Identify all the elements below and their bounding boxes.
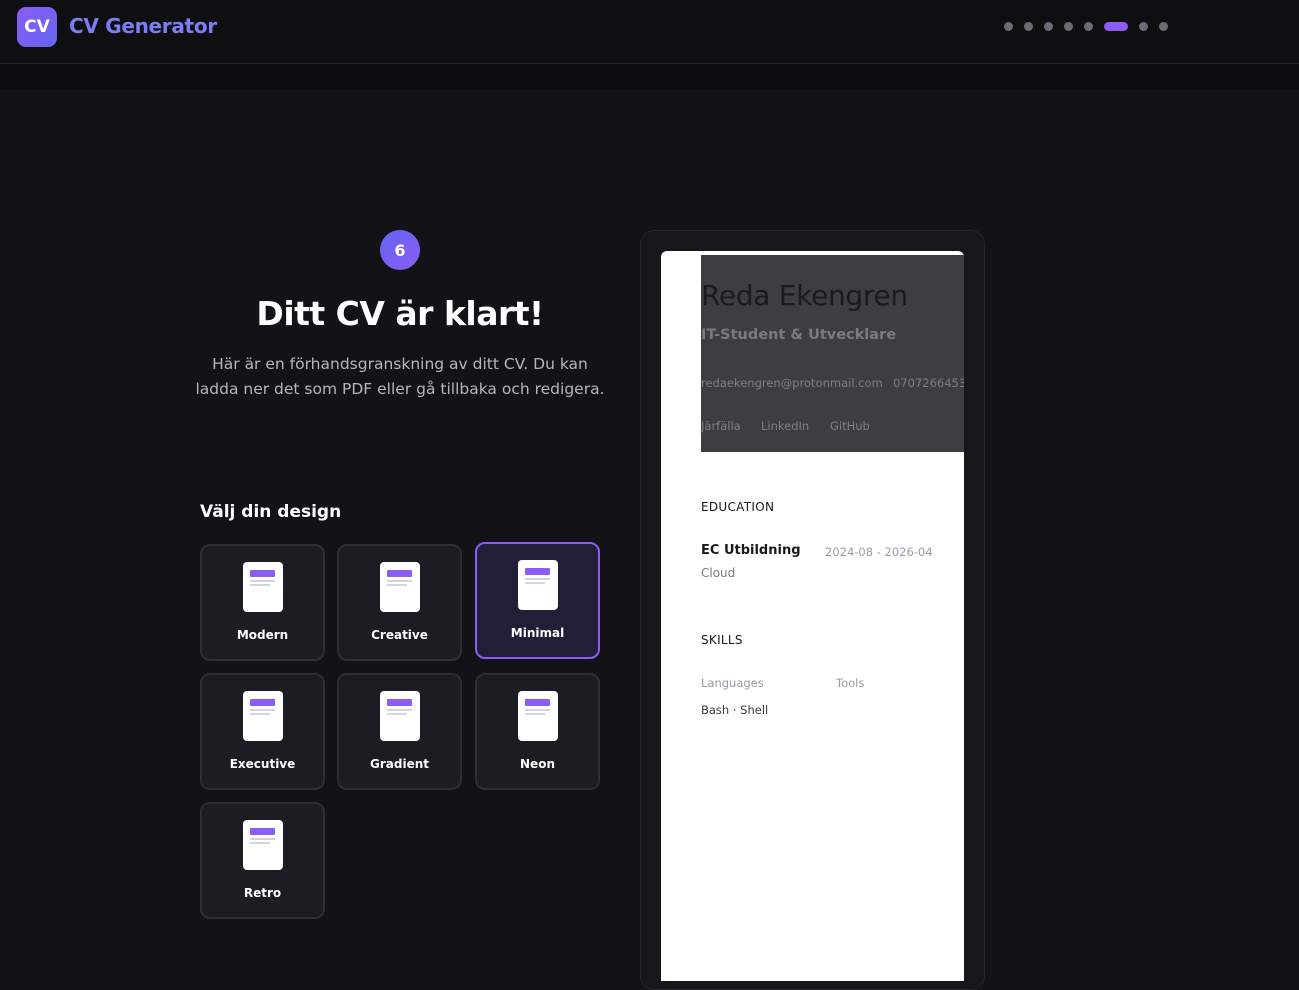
step-dot[interactable] bbox=[1024, 22, 1033, 31]
cv-education-title: EDUCATION bbox=[701, 500, 775, 514]
cv-header: Reda Ekengren IT-Student & Utvecklare re… bbox=[701, 255, 964, 452]
document-icon bbox=[518, 691, 558, 741]
app-logo[interactable]: CV bbox=[17, 7, 57, 47]
page-description: Här är en förhandsgranskning av ditt CV.… bbox=[195, 355, 605, 398]
design-label: Retro bbox=[243, 886, 282, 900]
design-label: Creative bbox=[371, 628, 428, 642]
design-option-retro[interactable]: Retro bbox=[200, 802, 325, 919]
step-dot[interactable] bbox=[1159, 22, 1168, 31]
cv-skills-languages: Bash · Shell bbox=[701, 703, 769, 717]
document-icon bbox=[380, 562, 420, 612]
design-label: Neon bbox=[520, 757, 555, 771]
step-dot[interactable] bbox=[1139, 22, 1148, 31]
top-bar: CV CV Generator bbox=[0, 0, 1299, 64]
cv-location: Järfälla bbox=[701, 419, 741, 433]
cv-preview-paper: Reda Ekengren IT-Student & Utvecklare re… bbox=[661, 251, 964, 981]
design-option-creative[interactable]: Creative bbox=[337, 544, 462, 661]
document-icon bbox=[380, 691, 420, 741]
design-label: Gradient bbox=[370, 757, 429, 771]
document-icon bbox=[518, 560, 558, 610]
design-option-modern[interactable]: Modern bbox=[200, 544, 325, 661]
app-title[interactable]: CV Generator bbox=[69, 14, 217, 38]
document-icon bbox=[243, 820, 283, 870]
cv-education-dates: 2024-08 - 2026-04 bbox=[825, 545, 933, 559]
cv-education-school: EC Utbildning bbox=[701, 543, 801, 558]
step-dot-active[interactable] bbox=[1104, 22, 1128, 31]
step-dot[interactable] bbox=[1084, 22, 1093, 31]
cv-github-link[interactable]: GitHub bbox=[830, 419, 870, 433]
cv-education-program: Cloud bbox=[701, 566, 736, 580]
design-option-neon[interactable]: Neon bbox=[475, 673, 600, 790]
cv-skills-languages-label: Languages bbox=[701, 676, 764, 690]
cv-name: Reda Ekengren bbox=[701, 279, 908, 312]
design-heading: Välj din design bbox=[200, 502, 342, 522]
cv-skills-title: SKILLS bbox=[701, 633, 743, 647]
step-dot[interactable] bbox=[1044, 22, 1053, 31]
design-label: Executive bbox=[229, 757, 296, 771]
document-icon bbox=[243, 691, 283, 741]
design-option-gradient[interactable]: Gradient bbox=[337, 673, 462, 790]
cv-phone: 0707266453 bbox=[893, 376, 964, 390]
cv-role: IT-Student & Utvecklare bbox=[701, 327, 897, 343]
step-number-badge: 6 bbox=[380, 230, 420, 270]
step-dot[interactable] bbox=[1064, 22, 1073, 31]
sub-bar bbox=[0, 64, 1299, 90]
cv-email: redaekengren@protonmail.com bbox=[701, 376, 883, 390]
design-label: Modern bbox=[236, 628, 289, 642]
cv-skills-tools-label: Tools bbox=[836, 676, 865, 690]
design-option-executive[interactable]: Executive bbox=[200, 673, 325, 790]
design-option-minimal[interactable]: Minimal bbox=[475, 542, 600, 659]
step-dot[interactable] bbox=[1004, 22, 1013, 31]
step-progress bbox=[1004, 22, 1179, 31]
design-label: Minimal bbox=[510, 626, 565, 640]
cv-linkedin-link[interactable]: LinkedIn bbox=[761, 419, 809, 433]
document-icon bbox=[243, 562, 283, 612]
page-title: Ditt CV är klart! bbox=[256, 294, 544, 333]
